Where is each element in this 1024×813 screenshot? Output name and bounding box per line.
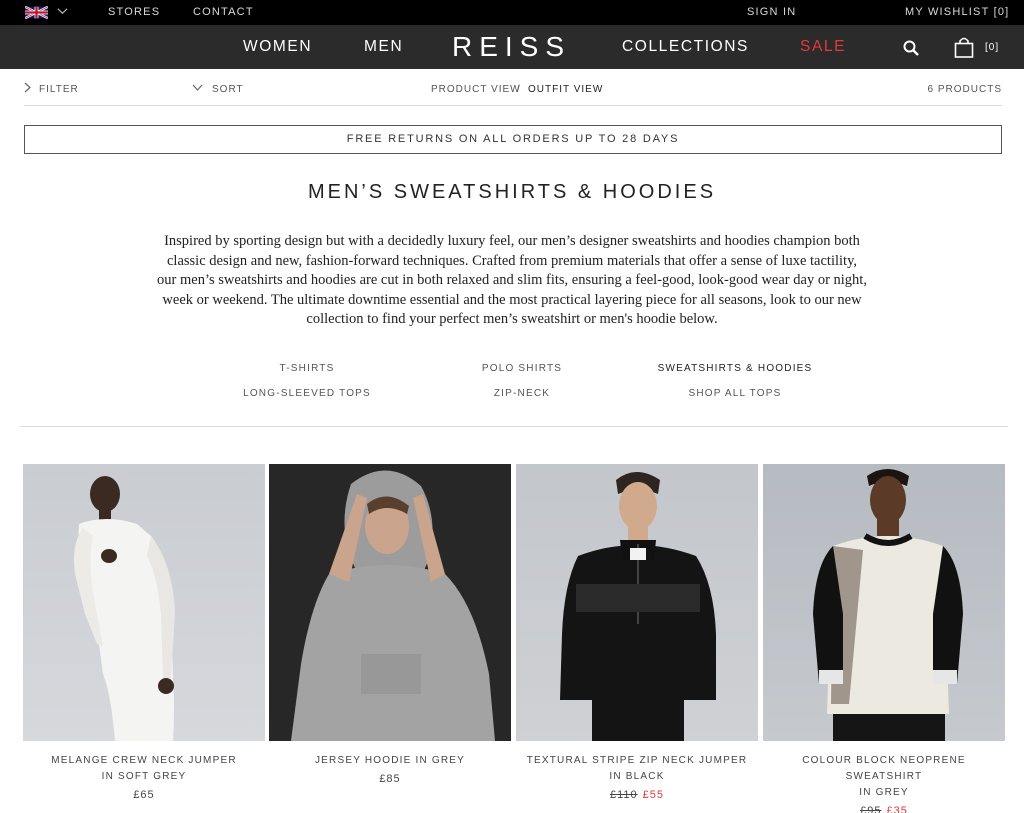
product-card[interactable]: TEXTURAL STRIPE ZIP NECK JUMPER IN BLACK… [516,464,758,801]
reiss-logo[interactable]: REISS [452,31,571,63]
category-link-long-sleeved-tops[interactable]: LONG-SLEEVED TOPS [243,388,371,399]
price-current: £65 [133,789,155,801]
description-line: collection to find your perfect men’s sw… [306,311,718,327]
product-image[interactable] [23,464,265,741]
product-view-toggle[interactable]: PRODUCT VIEW [431,84,521,95]
chevron-right-icon[interactable] [24,82,32,93]
utility-bar: STORES CONTACT SIGN IN MY WISHLIST [0] [0,0,1024,25]
price-sale: £55 [642,789,664,801]
product-name[interactable]: COLOUR BLOCK NEOPRENE SWEATSHIRT IN GREY [763,753,1005,801]
page-title: MEN’S SWEATSHIRTS & HOODIES [307,181,717,203]
uk-flag-icon[interactable] [25,6,48,19]
filter-button[interactable]: FILTER [39,84,79,95]
description-line: week or weekend. The ultimate downtime e… [162,291,862,308]
shopping-bag-icon[interactable] [954,37,974,58]
search-icon[interactable] [903,40,919,56]
stores-link[interactable]: STORES [108,6,160,18]
bag-count[interactable]: [0] [985,42,999,53]
nav-sale[interactable]: SALE [800,38,846,56]
product-image[interactable] [763,464,1005,741]
sort-button[interactable]: SORT [212,84,244,95]
wishlist-link[interactable]: MY WISHLIST [0] [905,6,1009,18]
product-price: £85 [269,773,511,785]
category-link-polo-shirts[interactable]: POLO SHIRTS [482,363,562,374]
outfit-view-toggle[interactable]: OUTFIT VIEW [528,84,603,95]
category-link-t-shirts[interactable]: T-SHIRTS [280,363,335,374]
main-nav: WOMEN MEN REISS COLLECTIONS SALE [0] [0,25,1024,69]
product-name-line: TEXTURAL STRIPE ZIP NECK JUMPER [526,755,748,766]
contact-link[interactable]: CONTACT [193,6,254,18]
product-price: £65 [23,789,265,801]
product-card[interactable]: JERSEY HOODIE IN GREY £85 [269,464,511,785]
section-divider [20,426,1008,427]
product-count: 6 PRODUCTS [927,84,1002,95]
product-name-line: JERSEY HOODIE IN GREY [314,755,466,766]
chevron-down-icon[interactable] [57,6,68,17]
view-separator: / [517,84,521,95]
product-name[interactable]: MELANGE CREW NECK JUMPER IN SOFT GREY [23,753,265,785]
price-current: £85 [379,773,401,785]
chevron-down-icon[interactable] [192,84,203,92]
product-card[interactable]: MELANGE CREW NECK JUMPER IN SOFT GREY £6… [23,464,265,801]
product-name[interactable]: TEXTURAL STRIPE ZIP NECK JUMPER IN BLACK [516,753,758,785]
product-name-line: COLOUR BLOCK NEOPRENE SWEATSHIRT [802,755,966,782]
nav-women[interactable]: WOMEN [243,38,312,56]
product-image[interactable] [269,464,511,741]
listing-toolbar: FILTER SORT PRODUCT VIEW / OUTFIT VIEW 6… [24,75,1002,106]
category-link-zip-neck[interactable]: ZIP-NECK [494,388,550,399]
description-line: Inspired by sporting design but with a d… [164,233,860,249]
description-line: classic design and new, fashion-forward … [167,252,857,269]
free-returns-banner[interactable]: FREE RETURNS ON ALL ORDERS UP TO 28 DAYS [24,125,1002,154]
price-original: £95 [860,805,882,813]
product-name-line: IN GREY [859,787,909,798]
product-image[interactable] [516,464,758,741]
category-description: Inspired by sporting design but with a d… [150,232,874,330]
description-line: our men’s sweatshirts and hoodies are cu… [157,272,867,288]
product-name[interactable]: JERSEY HOODIE IN GREY [269,753,511,769]
price-original: £110 [609,789,638,801]
product-name-line: IN SOFT GREY [101,771,187,782]
product-card[interactable]: COLOUR BLOCK NEOPRENE SWEATSHIRT IN GREY… [763,464,1005,813]
product-name-line: MELANGE CREW NECK JUMPER [51,755,237,766]
nav-collections[interactable]: COLLECTIONS [622,38,749,56]
product-name-line: IN BLACK [609,771,665,782]
product-price: £110 £55 [516,789,758,801]
nav-men[interactable]: MEN [364,38,403,56]
category-link-shop-all-tops[interactable]: SHOP ALL TOPS [688,388,781,399]
price-sale: £35 [886,805,908,813]
sign-in-link[interactable]: SIGN IN [747,6,796,18]
category-link-sweatshirts-hoodies[interactable]: SWEATSHIRTS & HOODIES [658,363,813,374]
product-price: £95 £35 [763,805,1005,813]
